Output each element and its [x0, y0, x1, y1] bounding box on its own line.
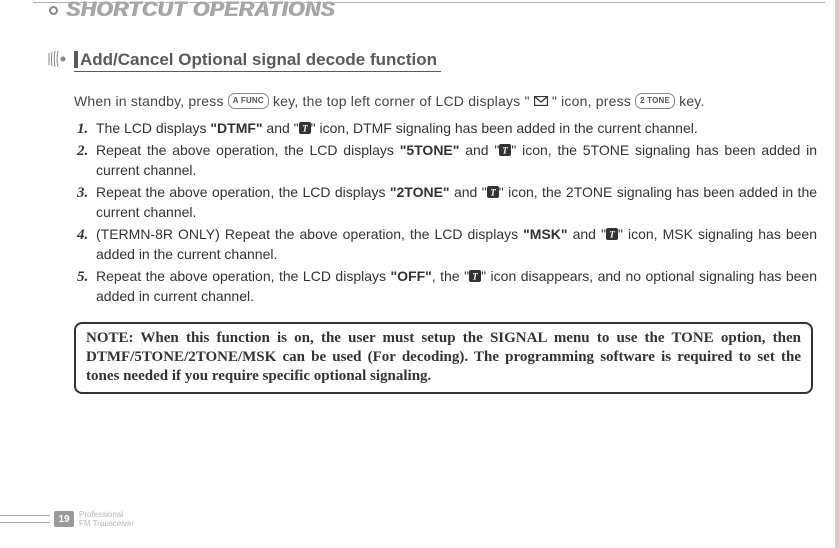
- page-edge: [835, 0, 839, 548]
- section-heading: Add/Cancel Optional signal decode functi…: [48, 50, 825, 72]
- intro-text: When in standby, press: [74, 93, 228, 109]
- note-box: NOTE: When this function is on, the user…: [74, 322, 813, 394]
- step-bold: "5TONE": [400, 142, 460, 158]
- step-text: (TERMN-8R ONLY) Repeat the above operati…: [96, 226, 523, 242]
- intro-text: " icon, press: [552, 93, 635, 109]
- step-3: Repeat the above operation, the LCD disp…: [92, 182, 817, 222]
- svg-text:T: T: [472, 272, 478, 282]
- step-text: and ": [459, 142, 499, 158]
- svg-text:T: T: [503, 146, 509, 156]
- header-bullet-icon: [49, 6, 58, 15]
- header-title: SHORTCUT OPERATIONS: [67, 0, 336, 22]
- section-title-text: Add/Cancel Optional signal decode functi…: [80, 50, 437, 69]
- section: Add/Cancel Optional signal decode functi…: [34, 50, 825, 394]
- envelope-icon: [534, 93, 552, 109]
- step-text: Repeat the above operation, the LCD disp…: [96, 184, 390, 200]
- step-1: The LCD displays "DTMF" and "T" icon, DT…: [92, 118, 817, 138]
- step-2: Repeat the above operation, the LCD disp…: [92, 140, 817, 180]
- step-text: and ": [568, 226, 606, 242]
- svg-text:T: T: [302, 124, 308, 134]
- steps-list: The LCD displays "DTMF" and "T" icon, DT…: [74, 118, 817, 306]
- footer: 19 Professional FM Transceiver: [0, 510, 134, 528]
- step-text: and ": [263, 120, 299, 136]
- svg-text:T: T: [609, 230, 615, 240]
- step-5: Repeat the above operation, the LCD disp…: [92, 266, 817, 306]
- title-bar-icon: [74, 51, 78, 68]
- t-icon: T: [606, 226, 618, 242]
- t-icon: T: [299, 120, 311, 136]
- step-4: (TERMN-8R ONLY) Repeat the above operati…: [92, 224, 817, 264]
- intro-text: key, the top left corner of LCD displays…: [273, 93, 534, 109]
- t-icon: T: [487, 184, 499, 200]
- key-2-tone: 2 TONE: [635, 93, 675, 109]
- page: SHORTCUT OPERATIONS Add/Cancel Optional …: [0, 0, 839, 548]
- key-a-func: A FUNC: [228, 93, 269, 109]
- step-bold: "MSK": [523, 226, 567, 242]
- t-icon: T: [469, 268, 481, 284]
- footer-line1: Professional: [79, 510, 134, 519]
- step-bold: "2TONE": [390, 184, 450, 200]
- footer-line2: FM Transceiver: [79, 519, 134, 528]
- step-text: and ": [450, 184, 487, 200]
- step-text: The LCD displays: [96, 120, 210, 136]
- step-text: , the ": [432, 268, 469, 284]
- section-title: Add/Cancel Optional signal decode functi…: [74, 50, 441, 72]
- intro-text: key.: [679, 93, 704, 109]
- t-icon: T: [499, 142, 511, 158]
- wave-icon: [48, 51, 66, 72]
- step-bold: "DTMF": [210, 120, 262, 136]
- step-bold: "OFF": [391, 268, 432, 284]
- step-text: " icon, DTMF signaling has been added in…: [311, 120, 698, 136]
- step-text: Repeat the above operation, the LCD disp…: [96, 142, 400, 158]
- page-number: 19: [54, 511, 74, 527]
- svg-text:T: T: [490, 188, 496, 198]
- footer-bar-icon: [0, 515, 50, 523]
- intro-paragraph: When in standby, press A FUNC key, the t…: [74, 90, 817, 112]
- step-text: Repeat the above operation, the LCD disp…: [96, 268, 391, 284]
- footer-text: Professional FM Transceiver: [79, 510, 134, 528]
